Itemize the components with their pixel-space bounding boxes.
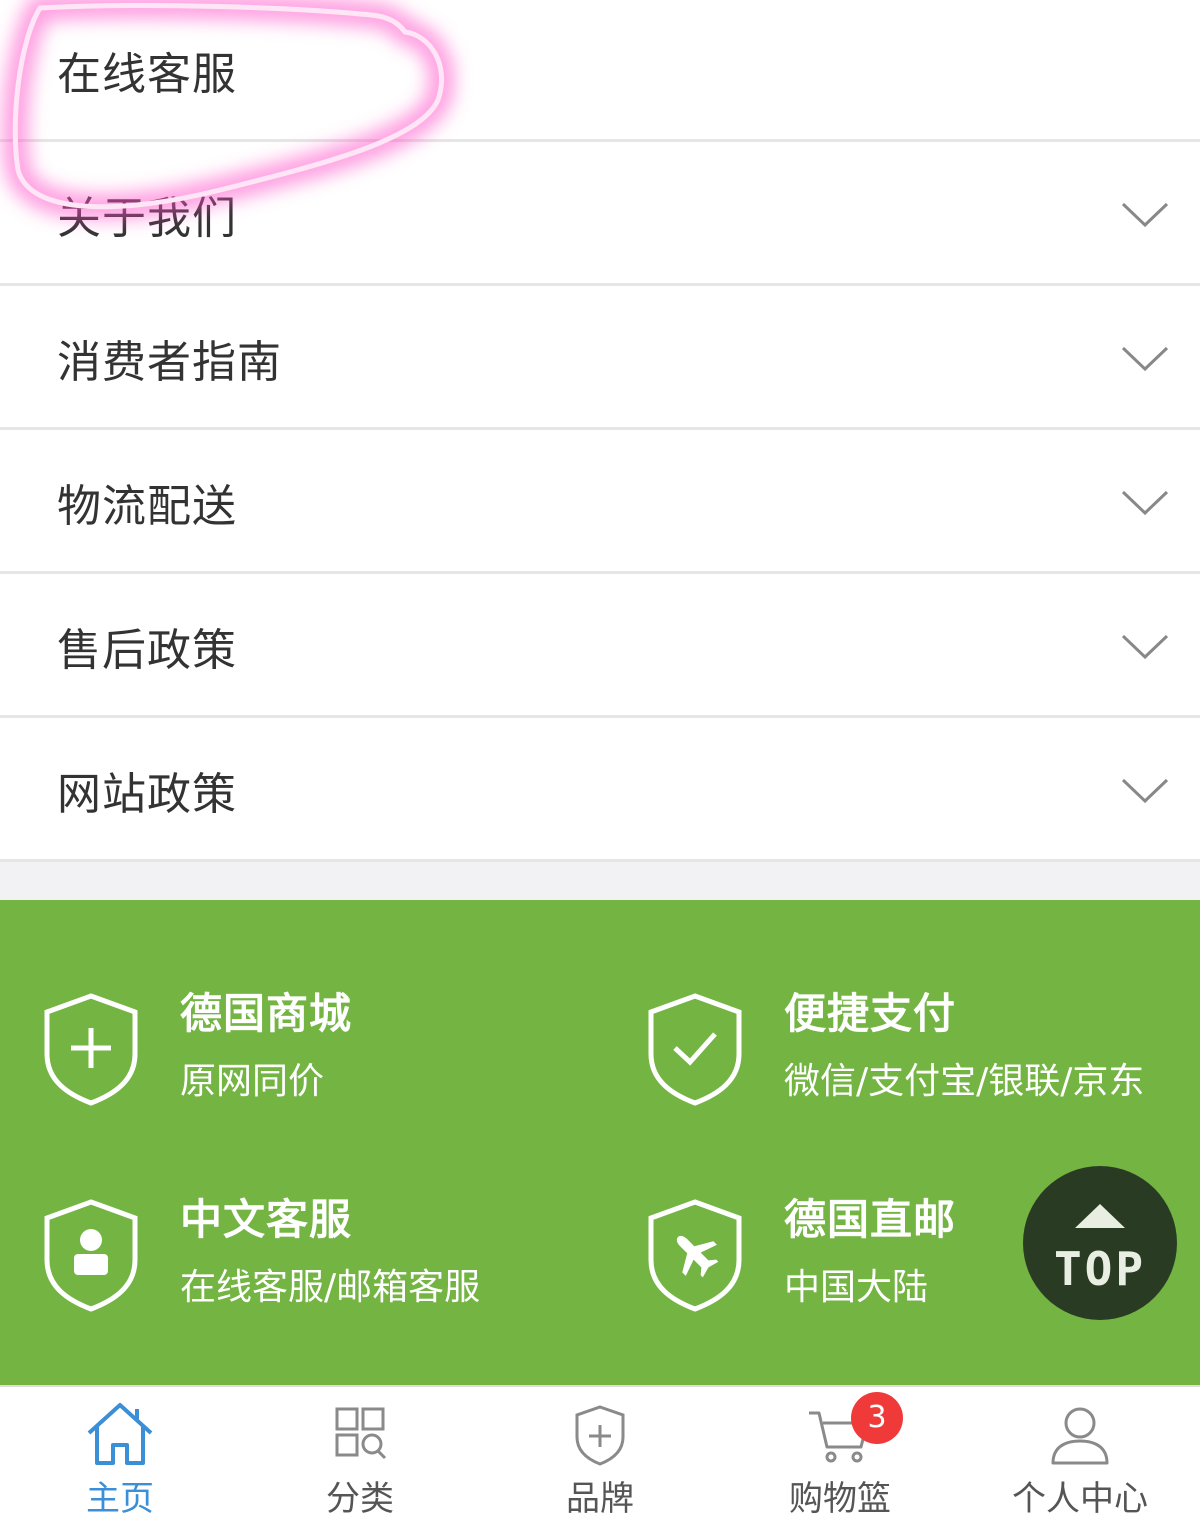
tab-home[interactable]: 主页 [0,1387,240,1519]
tab-label: 购物篮 [789,1479,891,1519]
menu-item-label: 售后政策 [57,624,237,676]
chevron-down-icon [1121,634,1169,659]
home-icon [87,1403,153,1465]
tab-brand[interactable]: 品牌 [480,1387,720,1519]
tab-label: 主页 [86,1479,154,1519]
menu-item-label: 消费者指南 [57,336,282,388]
menu-item-consumer-guide[interactable]: 消费者指南 [0,288,1200,430]
shield-plus-icon [44,993,138,1106]
shield-check-icon [648,993,742,1106]
chevron-down-icon [1121,202,1169,227]
feature-title: 德国商城 [180,989,353,1038]
user-icon [1051,1407,1109,1465]
menu-item-after-sales[interactable]: 售后政策 [0,576,1200,718]
feature-subtitle: 微信/支付宝/银联/京东 [784,1061,1145,1102]
tab-profile[interactable]: 个人中心 [960,1387,1200,1519]
section-gap [0,862,1200,900]
bottom-tab-bar: 主页 分类 品牌 购物篮 个人中心 [0,1385,1200,1519]
tab-label: 个人中心 [1012,1479,1148,1519]
menu-item-site-policy[interactable]: 网站政策 [0,720,1200,862]
menu-item-online-service[interactable]: 在线客服 [0,0,1200,142]
menu-item-label: 网站政策 [57,768,237,820]
feature-band [0,900,1200,1385]
chevron-down-icon [1121,346,1169,371]
feature-title: 便捷支付 [784,989,957,1038]
tab-label: 品牌 [566,1479,634,1519]
back-to-top-label: TOP [1053,1242,1147,1296]
menu-item-label: 在线客服 [57,48,237,100]
menu-item-about-us[interactable]: 关于我们 [0,144,1200,286]
menu-item-label: 关于我们 [57,192,237,244]
chevron-down-icon [1121,490,1169,515]
shield-person-icon [44,1199,138,1312]
chevron-down-icon [1121,778,1169,803]
shield-plane-icon [648,1199,742,1312]
feature-title: 中文客服 [180,1195,353,1244]
shield-plus-icon [575,1405,625,1466]
arrow-up-icon [1075,1204,1125,1228]
tab-cart[interactable]: 购物篮 [720,1387,960,1519]
menu-item-label: 物流配送 [57,480,237,532]
grid-search-icon [335,1407,387,1460]
feature-subtitle: 原网同价 [180,1061,325,1102]
tab-label: 分类 [326,1479,394,1519]
menu-item-logistics[interactable]: 物流配送 [0,432,1200,574]
back-to-top-button[interactable]: TOP [1023,1166,1177,1320]
cart-count-badge: 3 [851,1392,903,1444]
feature-title: 德国直邮 [784,1195,957,1244]
feature-subtitle: 中国大陆 [784,1267,929,1308]
feature-subtitle: 在线客服/邮箱客服 [180,1267,481,1308]
tab-category[interactable]: 分类 [240,1387,480,1519]
